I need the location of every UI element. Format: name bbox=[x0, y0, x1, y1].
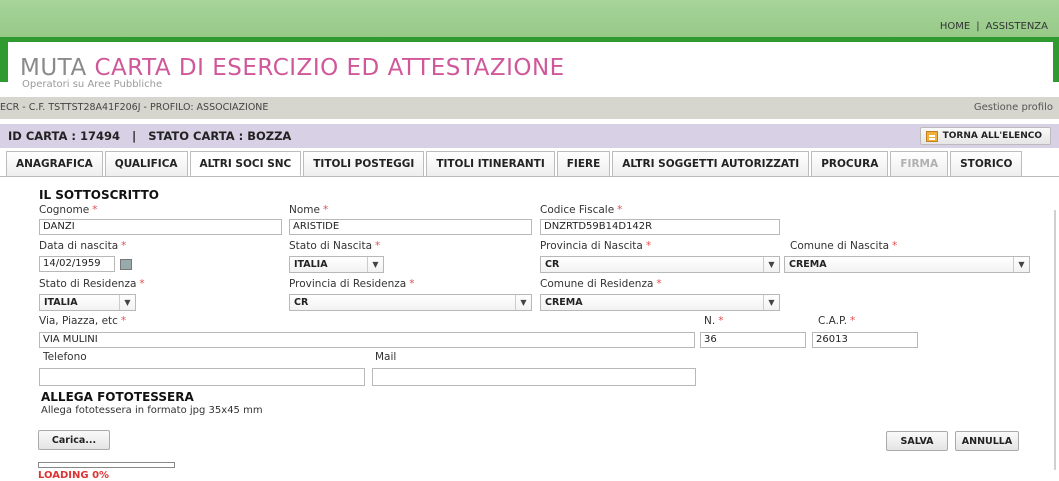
comune-residenza-label: Comune di Residenza * bbox=[540, 278, 662, 290]
card-status-bar: ID CARTA : 17494 | STATO CARTA : BOZZA T… bbox=[0, 124, 1059, 148]
data-nascita-label: Data di nascita * bbox=[39, 240, 127, 252]
mail-field[interactable] bbox=[372, 368, 696, 386]
stato-residenza-select[interactable]: ITALIA ▼ bbox=[39, 294, 136, 311]
tab-altri-soggetti-autorizzati[interactable]: ALTRI SOGGETTI AUTORIZZATI bbox=[612, 151, 810, 176]
provincia-nascita-select[interactable]: CR ▼ bbox=[540, 256, 780, 273]
tab-procura[interactable]: PROCURA bbox=[811, 151, 889, 176]
comune-nascita-select[interactable]: CREMA ▼ bbox=[784, 256, 1030, 273]
provincia-residenza-label: Provincia di Residenza * bbox=[289, 278, 415, 290]
via-label: Via, Piazza, etc * bbox=[39, 315, 127, 327]
frame-border-right bbox=[1053, 42, 1059, 82]
back-to-list-label: TORNA ALL'ELENCO bbox=[942, 131, 1042, 141]
upload-progress-bar bbox=[38, 462, 175, 468]
app-title-prefix: MUTA bbox=[20, 55, 87, 81]
tab-anagrafica[interactable]: ANAGRAFICA bbox=[6, 151, 103, 176]
codice-fiscale-field[interactable]: DNZRTD59B14D142R bbox=[540, 219, 780, 235]
cap-field[interactable]: 26013 bbox=[812, 332, 918, 348]
link-separator: | bbox=[976, 21, 980, 32]
tab-storico[interactable]: STORICO bbox=[950, 151, 1023, 176]
manage-profile-link[interactable]: Gestione profilo bbox=[974, 102, 1053, 113]
via-field[interactable]: VIA MULINI bbox=[39, 332, 695, 348]
cognome-field[interactable]: DANZI bbox=[39, 219, 282, 235]
tab-divider bbox=[0, 176, 1059, 177]
card-id-status: ID CARTA : 17494 | STATO CARTA : BOZZA bbox=[8, 129, 292, 143]
telefono-field[interactable] bbox=[39, 368, 365, 386]
cognome-label: Cognome * bbox=[39, 204, 98, 216]
tab-qualifica[interactable]: QUALIFICA bbox=[104, 151, 188, 176]
user-profile-text: ECR - C.F. TSTTST28A41F206J - PROFILO: A… bbox=[0, 102, 269, 113]
tab-titoli-itineranti[interactable]: TITOLI ITINERANTI bbox=[426, 151, 555, 176]
assistenza-link[interactable]: ASSISTENZA bbox=[986, 21, 1048, 32]
tab-bar: ANAGRAFICA QUALIFICA ALTRI SOCI SNC TITO… bbox=[6, 151, 1024, 176]
nome-label: Nome * bbox=[289, 204, 329, 216]
chevron-down-icon: ▼ bbox=[763, 257, 779, 272]
user-info-bar: ECR - C.F. TSTTST28A41F206J - PROFILO: A… bbox=[0, 97, 1059, 119]
numero-civico-label: N. * bbox=[704, 315, 724, 327]
calendar-icon[interactable] bbox=[120, 259, 132, 270]
stato-residenza-label: Stato di Residenza * bbox=[39, 278, 145, 290]
data-nascita-field[interactable]: 14/02/1959 bbox=[39, 256, 115, 272]
tab-fiere[interactable]: FIERE bbox=[556, 151, 611, 176]
stato-nascita-select[interactable]: ITALIA ▼ bbox=[289, 256, 384, 273]
top-bar bbox=[0, 0, 1059, 42]
frame-border-left bbox=[0, 42, 8, 82]
stato-nascita-label: Stato di Nascita * bbox=[289, 240, 381, 252]
chevron-down-icon: ▼ bbox=[515, 295, 531, 310]
scrollbar[interactable] bbox=[1054, 210, 1056, 470]
back-to-list-button[interactable]: TORNA ALL'ELENCO bbox=[919, 127, 1051, 145]
chevron-down-icon: ▼ bbox=[367, 257, 383, 272]
chevron-down-icon: ▼ bbox=[119, 295, 135, 310]
chevron-down-icon: ▼ bbox=[1013, 257, 1029, 272]
provincia-nascita-label: Provincia di Nascita * bbox=[540, 240, 652, 252]
cancel-button[interactable]: ANNULLA bbox=[955, 431, 1019, 451]
nome-field[interactable]: ARISTIDE bbox=[289, 219, 532, 235]
tab-firma: FIRMA bbox=[890, 151, 949, 176]
telefono-label: Telefono bbox=[43, 351, 87, 363]
comune-nascita-label: Comune di Nascita * bbox=[790, 240, 898, 252]
comune-residenza-select[interactable]: CREMA ▼ bbox=[540, 294, 780, 311]
home-link[interactable]: HOME bbox=[940, 21, 970, 32]
fototessera-hint: Allega fototessera in formato jpg 35x45 … bbox=[41, 405, 263, 416]
section-title-sottoscritto: IL SOTTOSCRITTO bbox=[39, 188, 159, 202]
numero-civico-field[interactable]: 36 bbox=[700, 332, 806, 348]
app-subtitle: Operatori su Aree Pubbliche bbox=[22, 79, 163, 90]
cap-label: C.A.P. * bbox=[818, 315, 856, 327]
mail-label: Mail bbox=[375, 351, 397, 363]
upload-button[interactable]: Carica... bbox=[38, 430, 110, 450]
app-title-main: CARTA DI ESERCIZIO ED ATTESTAZIONE bbox=[94, 55, 565, 81]
tab-titoli-posteggi[interactable]: TITOLI POSTEGGI bbox=[303, 151, 425, 176]
list-icon bbox=[925, 130, 938, 142]
codice-fiscale-label: Codice Fiscale * bbox=[540, 204, 623, 216]
app-title: MUTA CARTA DI ESERCIZIO ED ATTESTAZIONE bbox=[20, 55, 565, 81]
tab-altri-soci-snc[interactable]: ALTRI SOCI SNC bbox=[189, 151, 302, 176]
provincia-residenza-select[interactable]: CR ▼ bbox=[289, 294, 532, 311]
loading-text: LOADING 0% bbox=[38, 470, 110, 481]
save-button[interactable]: SALVA bbox=[886, 431, 948, 451]
chevron-down-icon: ▼ bbox=[763, 295, 779, 310]
top-links: HOME | ASSISTENZA bbox=[937, 21, 1051, 32]
section-title-fototessera: ALLEGA FOTOTESSERA bbox=[41, 390, 194, 404]
